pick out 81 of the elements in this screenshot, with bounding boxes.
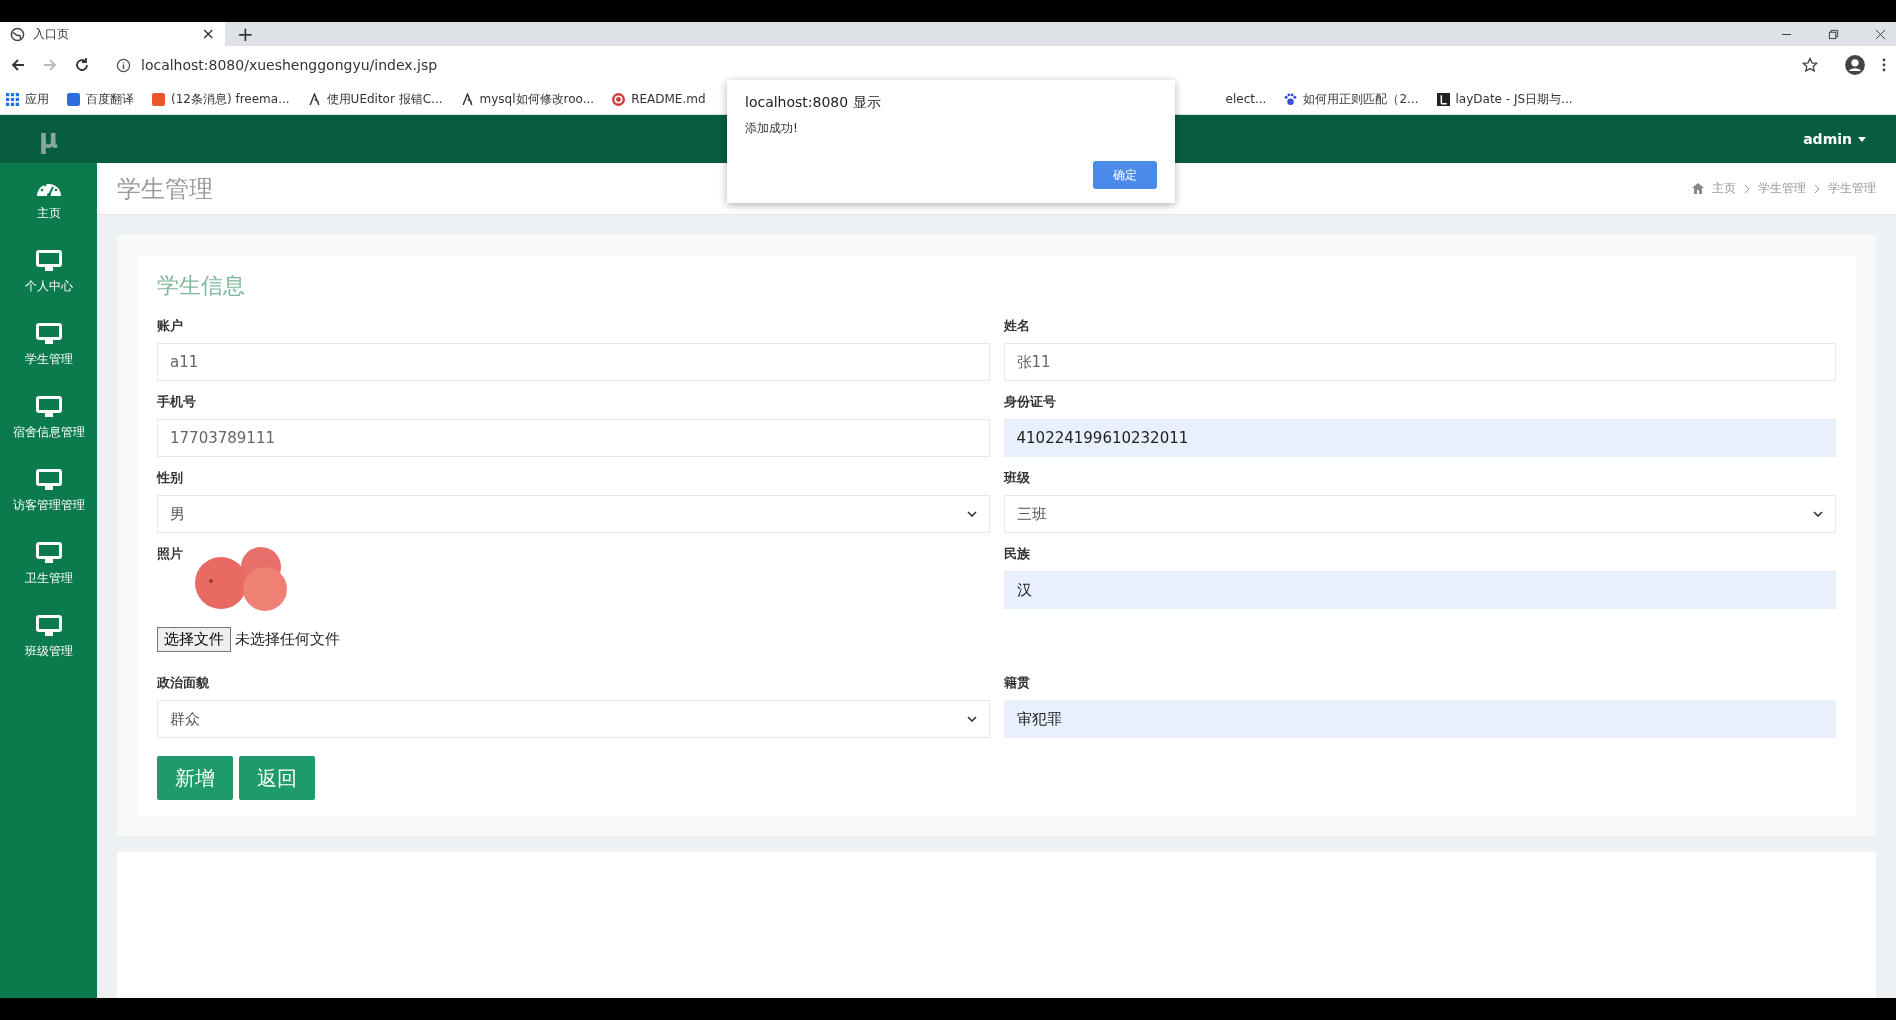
bookmark[interactable]: README.md — [612, 92, 706, 106]
back-button[interactable]: 返回 — [239, 756, 315, 800]
select-field[interactable]: 男 — [157, 495, 990, 533]
bookmark[interactable]: 如何用正则匹配（2... — [1284, 90, 1419, 108]
bookmark[interactable]: mysql如何修改roo... — [460, 90, 595, 108]
star-icon[interactable] — [1802, 57, 1818, 73]
chevron-icon — [1744, 183, 1750, 194]
sidebar-item[interactable]: 主页 — [0, 163, 97, 236]
select-field[interactable]: 群众 — [157, 700, 990, 738]
bookmark[interactable]: 使用UEditor 报错C... — [307, 90, 443, 108]
bookmark[interactable]: 百度翻译 — [67, 90, 134, 108]
input-field[interactable]: a11 — [157, 343, 990, 381]
new-tab-button[interactable]: + — [225, 22, 266, 46]
address-bar[interactable]: localhost:8080/xueshenggongyu/index.jsp — [106, 51, 1828, 79]
site-icon — [307, 92, 321, 106]
bookmark[interactable]: elect... — [1225, 92, 1267, 106]
home-icon — [1692, 183, 1704, 194]
page-title: 学生管理 — [117, 173, 213, 205]
paw-icon — [1284, 92, 1298, 106]
site-icon — [67, 92, 80, 106]
select-field[interactable]: 三班 — [1003, 495, 1836, 533]
caret-icon — [1858, 136, 1866, 142]
monitor-icon — [35, 323, 62, 345]
monitor-icon — [35, 396, 62, 418]
chevron-down-icon — [966, 511, 977, 517]
field-label: 性别 — [157, 469, 184, 487]
restore-icon[interactable] — [1828, 28, 1839, 40]
tab-title: 入口页 — [33, 25, 70, 43]
field-label: 照片 — [157, 545, 183, 563]
input-field[interactable]: 410224199610232011 — [1003, 419, 1836, 457]
add-button[interactable]: 新增 — [157, 756, 233, 800]
sidebar-item[interactable]: 个人中心 — [0, 236, 97, 309]
input-field[interactable]: 17703789111 — [157, 419, 990, 457]
user-menu[interactable]: admin — [1803, 131, 1866, 147]
reload-icon[interactable] — [74, 57, 90, 73]
field-label: 身份证号 — [1003, 393, 1057, 411]
input-field[interactable]: 张11 — [1003, 343, 1836, 381]
chevron-down-icon — [1813, 511, 1823, 517]
file-status: 未选择任何文件 — [235, 630, 340, 649]
chevron-icon — [1814, 183, 1820, 194]
site-icon — [1436, 92, 1450, 106]
chevron-down-icon — [966, 716, 977, 722]
field-label: 民族 — [1003, 545, 1031, 563]
site-icon — [612, 92, 626, 106]
sidebar-item[interactable]: 卫生管理 — [0, 528, 97, 601]
field-label: 手机号 — [157, 393, 197, 411]
more-menu-icon[interactable] — [1882, 57, 1886, 73]
globe-icon — [10, 26, 25, 42]
field-label: 姓名 — [1003, 317, 1031, 335]
back-arrow-icon[interactable] — [10, 57, 26, 73]
choose-file-button[interactable]: 选择文件 — [157, 627, 231, 652]
dialog-message: 添加成功! — [745, 120, 799, 137]
monitor-icon — [35, 250, 62, 272]
url-text: localhost:8080/xueshenggongyu/index.jsp — [141, 57, 438, 73]
monitor-icon — [35, 542, 62, 564]
monitor-icon — [35, 469, 62, 491]
site-icon — [460, 92, 474, 106]
sidebar-item[interactable]: 班级管理 — [0, 601, 97, 674]
bookmark[interactable]: layDate - JS日期与... — [1436, 90, 1573, 108]
close-tab-button[interactable]: × — [201, 26, 215, 42]
dialog-title: localhost:8080 显示 — [745, 94, 882, 112]
sidebar-item[interactable]: 宿舍信息管理 — [0, 382, 97, 455]
field-label: 班级 — [1003, 469, 1031, 487]
site-icon — [152, 92, 165, 106]
browser-tab[interactable]: 入口页 × — [0, 22, 225, 46]
monitor-icon — [35, 615, 62, 637]
input-field[interactable]: 汉 — [1003, 571, 1836, 609]
apps-grid-icon — [6, 92, 19, 106]
account-icon[interactable] — [1844, 54, 1866, 76]
field-label: 账户 — [157, 317, 184, 335]
bookmark[interactable]: 应用 — [6, 90, 49, 108]
logo: μ — [0, 115, 97, 163]
form-title: 学生信息 — [157, 272, 246, 300]
bookmark[interactable]: (12条消息) freema... — [152, 90, 290, 108]
field-label: 籍贯 — [1003, 674, 1031, 692]
input-field[interactable]: 审犯罪 — [1003, 700, 1836, 738]
sidebar-item[interactable]: 学生管理 — [0, 309, 97, 382]
sidebar-item[interactable]: 访客管理管理 — [0, 455, 97, 528]
field-label: 政治面貌 — [157, 674, 210, 692]
close-icon[interactable] — [1875, 28, 1886, 40]
info-icon — [116, 57, 131, 73]
